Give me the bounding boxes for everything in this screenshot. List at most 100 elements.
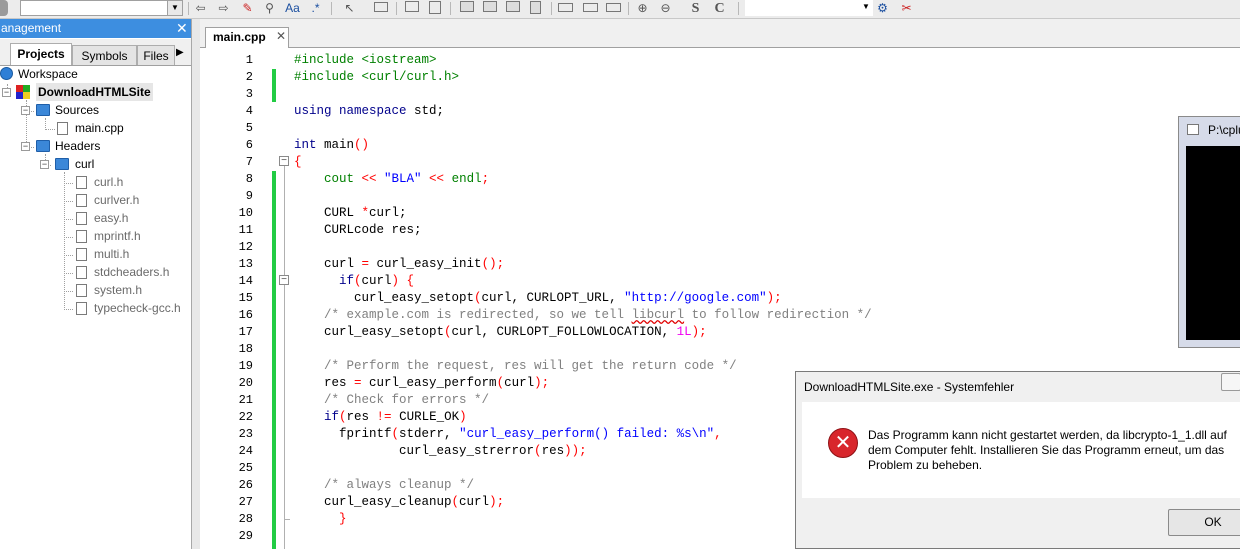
code-token: ( xyxy=(534,444,542,458)
tree-header-file[interactable]: multi.h xyxy=(94,245,129,263)
code-token: curl_easy_cleanup xyxy=(294,495,452,509)
line-number: 25 xyxy=(238,461,253,475)
zoom-in-icon[interactable]: ⊕ xyxy=(634,1,651,16)
tools-icon[interactable]: ✂ xyxy=(898,1,915,16)
collapse-icon[interactable]: − xyxy=(40,160,49,169)
management-title-bar: anagement xyxy=(0,19,191,38)
tree-header-file[interactable]: curlver.h xyxy=(94,191,139,209)
tree-header-file[interactable]: curl.h xyxy=(94,173,123,191)
code-line-2: #include <curl/curl.h> xyxy=(294,70,460,84)
change-marker xyxy=(272,69,276,102)
workspace-icon xyxy=(0,67,13,80)
tree-header-file[interactable]: typecheck-gcc.h xyxy=(94,299,181,317)
line-number: 5 xyxy=(245,121,253,135)
code-token: ); xyxy=(534,376,550,390)
code-line-1: #include <iostream> xyxy=(294,53,437,67)
layout-icon-1[interactable] xyxy=(458,1,475,16)
frame-icon[interactable] xyxy=(372,1,389,16)
tree-header-file[interactable]: system.h xyxy=(94,281,142,299)
collapse-icon[interactable]: − xyxy=(2,88,11,97)
code-token: "BLA" xyxy=(384,172,422,186)
regex-icon[interactable]: .* xyxy=(307,1,324,16)
dialog-close-button[interactable] xyxy=(1221,373,1240,391)
chevron-down-icon[interactable]: ▼ xyxy=(167,1,182,15)
code-token: curl_easy_perform xyxy=(361,376,497,390)
code-token: curl_easy_setopt xyxy=(294,325,445,339)
file-icon xyxy=(76,194,87,207)
chevron-down-icon[interactable]: ▼ xyxy=(859,0,873,14)
console-icon xyxy=(1187,124,1199,135)
code-token: curl xyxy=(294,257,362,271)
highlight-icon[interactable]: ✎ xyxy=(239,1,256,16)
code-token: to follow redirection */ xyxy=(684,308,872,322)
code-token: ) xyxy=(459,410,467,424)
toolbar-combo-left[interactable]: ▼ xyxy=(20,0,183,16)
tree-header-file[interactable]: mprintf.h xyxy=(94,227,141,245)
spell-check-icon[interactable]: S xyxy=(687,1,704,16)
code-token: << xyxy=(354,172,385,186)
document-icon[interactable] xyxy=(426,1,443,16)
layout-icon-3[interactable] xyxy=(504,1,521,16)
tree-project[interactable]: DownloadHTMLSite xyxy=(36,83,153,101)
panel-splitter[interactable] xyxy=(192,19,200,549)
font-icon[interactable]: Aa xyxy=(284,1,301,16)
code-line-21: /* Check for errors */ xyxy=(294,393,490,407)
tab-projects[interactable]: Projects xyxy=(10,43,72,65)
window-icon-3[interactable] xyxy=(605,1,622,16)
select-icon[interactable]: ↖ xyxy=(341,1,358,16)
build-settings-icon[interactable]: ⚙ xyxy=(874,1,891,16)
fold-collapse-icon[interactable]: − xyxy=(279,275,289,285)
code-line-22: if(res != CURLE_OK) xyxy=(294,409,467,426)
tabs-scroll-right-icon[interactable]: ▶ xyxy=(176,47,184,58)
layout-icon-2[interactable] xyxy=(481,1,498,16)
tree-headers[interactable]: Headers xyxy=(55,137,100,155)
tab-files[interactable]: Files xyxy=(137,45,175,65)
fold-line xyxy=(284,285,285,519)
dialog-title: DownloadHTMLSite.exe - Systemfehler xyxy=(804,380,1015,394)
layout-icon-4[interactable] xyxy=(527,1,544,16)
fold-collapse-icon[interactable]: − xyxy=(279,156,289,166)
envelope-icon[interactable] xyxy=(403,1,420,16)
code-token: if xyxy=(294,274,355,288)
tree-main-cpp[interactable]: main.cpp xyxy=(75,119,124,137)
project-icon xyxy=(16,85,31,100)
file-icon xyxy=(76,248,87,261)
toolbar-combo-right[interactable]: ▼ xyxy=(745,0,873,16)
folder-icon xyxy=(55,158,69,170)
code-token: curl_easy_setopt xyxy=(294,291,475,305)
nav-back-icon[interactable]: ⇦ xyxy=(192,1,209,16)
code-token: != xyxy=(376,410,392,424)
code-token: curl xyxy=(459,495,490,509)
tab-symbols[interactable]: Symbols xyxy=(72,45,137,65)
main-toolbar: ▼ ⇦ ⇨ ✎ ⚲ Aa .* ↖ ⊕ ⊖ S C ▼ ⚙ ✂ xyxy=(0,0,1240,19)
code-token: stderr, xyxy=(399,427,460,441)
tree-header-file[interactable]: easy.h xyxy=(94,209,128,227)
bookmark-icon[interactable]: ⚲ xyxy=(261,1,278,16)
collapse-icon[interactable]: − xyxy=(21,106,30,115)
code-line-13: curl = curl_easy_init(); xyxy=(294,256,504,273)
tree-curl-folder[interactable]: curl xyxy=(75,155,94,173)
zoom-out-icon[interactable]: ⊖ xyxy=(657,1,674,16)
line-number: 8 xyxy=(245,172,253,186)
tree-workspace[interactable]: Workspace xyxy=(18,65,78,83)
code-token: res xyxy=(294,376,355,390)
tree-sources[interactable]: Sources xyxy=(55,101,99,119)
ok-button[interactable]: OK xyxy=(1168,509,1240,536)
code-token: endl xyxy=(451,172,482,186)
code-token: ( xyxy=(451,495,460,509)
code-token: /* example.com is redirected, so we tell xyxy=(294,308,632,322)
code-line-14: if(curl) { xyxy=(294,273,414,290)
window-icon-2[interactable] xyxy=(582,1,599,16)
code-line-23: fprintf(stderr, "curl_easy_perform() fai… xyxy=(294,426,722,443)
line-number: 16 xyxy=(238,308,253,322)
file-icon xyxy=(76,284,87,297)
window-icon-1[interactable] xyxy=(557,1,574,16)
code-token: curl; xyxy=(369,206,407,220)
close-icon[interactable]: ✕ xyxy=(276,29,286,44)
refresh-icon[interactable]: C xyxy=(711,1,728,16)
tree-header-file[interactable]: stdcheaders.h xyxy=(94,263,169,281)
management-title: anagement xyxy=(1,21,62,35)
nav-forward-icon[interactable]: ⇨ xyxy=(215,1,232,16)
collapse-icon[interactable]: − xyxy=(21,142,30,151)
line-number: 2 xyxy=(245,70,253,84)
